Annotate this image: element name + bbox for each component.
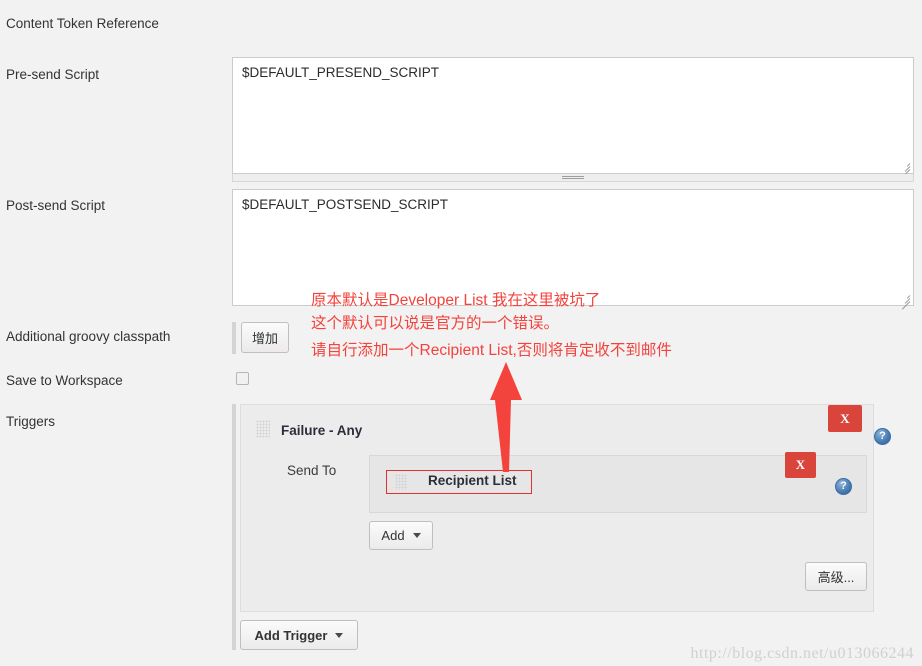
remove-recipient-button[interactable]: X (785, 452, 816, 478)
post-send-script-value: $DEFAULT_POSTSEND_SCRIPT (242, 197, 449, 212)
annotation-line-2: 这个默认可以说是官方的一个错误。 (311, 315, 560, 332)
triggers-label: Triggers (6, 414, 56, 429)
splitter-grip-icon (562, 176, 584, 180)
triggers-container: Failure - Any Send To Recipient List X ?… (232, 404, 914, 654)
resize-grip-icon[interactable] (898, 159, 911, 178)
trigger-title: Failure - Any (281, 423, 363, 438)
send-to-label: Send To (287, 463, 337, 478)
trigger-block-failure-any: Failure - Any Send To Recipient List X ?… (240, 404, 874, 612)
save-to-workspace-label: Save to Workspace (6, 373, 123, 388)
advanced-button[interactable]: 高级... (805, 562, 867, 591)
resize-grip-icon[interactable] (898, 291, 911, 310)
content-token-reference-label: Content Token Reference (6, 16, 159, 31)
additional-groovy-classpath-label: Additional groovy classpath (6, 329, 171, 344)
add-classpath-button[interactable]: 增加 (241, 322, 289, 353)
pre-send-script-label: Pre-send Script (6, 67, 100, 82)
post-send-script-label: Post-send Script (6, 198, 106, 213)
send-to-recipients-box: Recipient List X ? (369, 452, 867, 513)
pre-send-script-textarea[interactable]: $DEFAULT_PRESEND_SCRIPT (232, 57, 914, 178)
pre-send-script-splitter[interactable] (232, 174, 914, 182)
save-to-workspace-checkbox[interactable] (236, 372, 249, 385)
help-icon[interactable]: ? (874, 428, 891, 445)
drag-handle-icon[interactable] (395, 474, 407, 490)
add-recipient-button-label: Add (381, 528, 405, 543)
add-trigger-button-label: Add Trigger (254, 627, 328, 643)
add-trigger-button[interactable]: Add Trigger (240, 620, 358, 650)
jenkins-email-ext-config-page: Content Token Reference Pre-send Script … (0, 0, 922, 666)
add-recipient-button[interactable]: Add (369, 521, 433, 550)
drag-handle-icon[interactable] (256, 420, 270, 438)
pre-send-script-value: $DEFAULT_PRESEND_SCRIPT (242, 65, 440, 80)
remove-trigger-button[interactable]: X (828, 405, 862, 432)
watermark-url: http://blog.csdn.net/u013066244 (690, 645, 914, 662)
classpath-accent-bar (232, 322, 236, 354)
help-icon[interactable]: ? (835, 478, 852, 495)
annotation-line-3: 请自行添加一个Recipient List,否则将肯定收不到邮件 (311, 342, 672, 359)
chevron-down-icon (335, 632, 344, 638)
chevron-down-icon (412, 533, 421, 538)
post-send-script-textarea[interactable]: $DEFAULT_POSTSEND_SCRIPT (232, 189, 914, 310)
recipient-list-chip-label: Recipient List (428, 473, 517, 488)
